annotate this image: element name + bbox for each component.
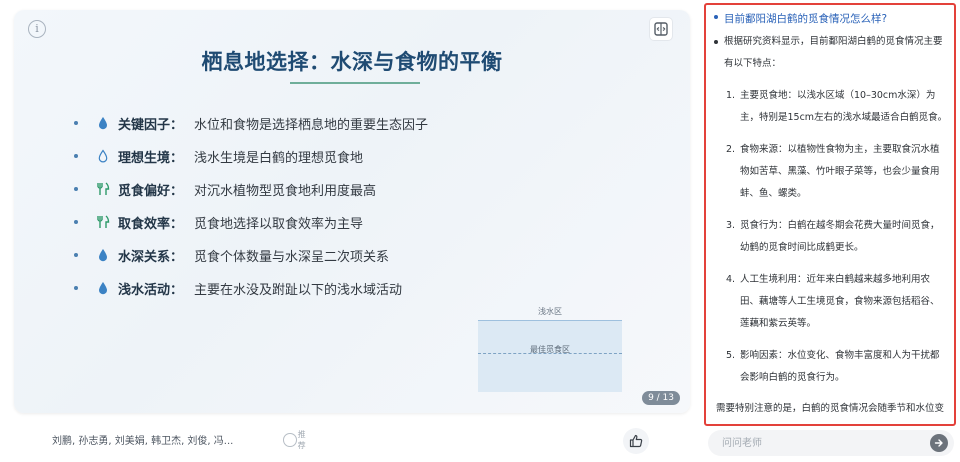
answer-intro-text: 根据研究资料显示，目前鄱阳湖白鹤的觅食情况主要有以下特点： [724, 36, 943, 69]
answer-item-number: 4. [726, 274, 736, 285]
info-icon[interactable]: i [28, 20, 46, 38]
water-drop-icon [96, 247, 110, 263]
arrow-right-icon [934, 439, 943, 447]
bullet-text: 浅水生境是白鹤的理想觅食地 [194, 151, 364, 166]
answer-item-number: 1. [726, 90, 736, 101]
send-button[interactable] [930, 434, 948, 452]
bullet-dot [74, 253, 78, 257]
ask-bar [708, 430, 954, 456]
chat-answer: 根据研究资料显示，目前鄱阳湖白鹤的觅食情况主要有以下特点： 1. 主要觅食地：以… [714, 31, 948, 424]
answer-item: 1. 主要觅食地：以浅水区域（10–30cm水深）为主，特别是15cm左右的浅水… [714, 85, 948, 129]
water-drop-icon [96, 115, 110, 131]
diagram-water-area [478, 320, 622, 392]
answer-note: 需要特别注意的是，白鹤的觅食情况会随季节和水位变化而有所调整。 [716, 403, 945, 414]
bullet-text: 觅食地选择以取食效率为主导 [194, 217, 364, 232]
answer-item: 4. 人工生境利用：近年来白鹤越来越多地利用农田、藕塘等人工生境觅食，食物来源包… [714, 269, 948, 335]
water-depth-diagram: 浅水区 最佳觅食区 [478, 306, 622, 392]
answer-item-text: 食物来源：以植物性食物为主，主要取食沉水植物如苦草、黑藻、竹叶眼子菜等，也会少量… [740, 144, 940, 199]
like-button[interactable] [623, 428, 649, 454]
water-drop-outline-icon [96, 148, 110, 164]
recommend-button[interactable]: 推荐 [283, 430, 313, 450]
answer-item-text: 觅食行为：白鹤在越冬期会花费大量时间觅食，幼鹤的觅食时间比成鹤更长。 [740, 220, 940, 253]
page-indicator: 9 / 13 [642, 391, 680, 405]
bullet-dot [74, 286, 78, 290]
bullet-item-feeding-preference: 觅食偏好： 对沉水植物型觅食地利用度最高 [74, 172, 494, 205]
bullet-item-shallow-activity: 浅水活动： 主要在水没及跗趾以下的浅水域活动 [74, 271, 494, 304]
bullet-item-key-factor: 关键因子： 水位和食物是选择栖息地的重要生态因子 [74, 106, 494, 139]
bullet-text: 觅食个体数量与水深呈二次项关系 [194, 250, 390, 265]
bullet-label: 关键因子： [118, 118, 184, 133]
answer-intro: 根据研究资料显示，目前鄱阳湖白鹤的觅食情况主要有以下特点： [714, 31, 948, 75]
bullet-dot [74, 121, 78, 125]
bullet-label: 理想生境： [118, 151, 184, 166]
bullet-item-ideal-habitat: 理想生境： 浅水生境是白鹤的理想觅食地 [74, 139, 494, 172]
answer-item-number: 2. [726, 144, 736, 155]
answer-item-number: 5. [726, 350, 736, 361]
chat-question[interactable]: 目前鄱阳湖白鹤的觅食情况怎么样? [714, 11, 887, 26]
thumbs-up-icon [629, 434, 643, 448]
bullet-label: 水深关系： [118, 250, 184, 265]
answer-item: 3. 觅食行为：白鹤在越冬期会花费大量时间觅食，幼鹤的觅食时间比成鹤更长。 [714, 215, 948, 259]
answer-item: 5. 影响因素：水位变化、食物丰富度和人为干扰都会影响白鹤的觅食行为。 [714, 345, 948, 389]
bullet-dot [74, 220, 78, 224]
bullet-list: 关键因子： 水位和食物是选择栖息地的重要生态因子 理想生境： 浅水生境是白鹤的理… [74, 106, 494, 304]
slide-viewer: i 栖息地选择：水深与食物的平衡 关键因子： 水位和食物是选择栖息地的重要生态因… [14, 10, 690, 413]
question-bullet [714, 15, 718, 19]
answer-item-text: 影响因素：水位变化、食物丰富度和人为干扰都会影响白鹤的觅食行为。 [740, 350, 940, 383]
bullet-text: 对沉水植物型觅食地利用度最高 [194, 184, 377, 199]
bullet-dot [74, 187, 78, 191]
bullet-text: 水位和食物是选择栖息地的重要生态因子 [194, 118, 429, 133]
chat-question-text: 目前鄱阳湖白鹤的觅食情况怎么样? [724, 13, 888, 25]
answer-item-text: 人工生境利用：近年来白鹤越来越多地利用农田、藕塘等人工生境觅食，食物来源包括稻谷… [740, 274, 940, 329]
diagram-top-label: 浅水区 [538, 307, 562, 316]
water-drop-icon [96, 280, 110, 296]
fork-knife-icon [96, 181, 110, 197]
title-underline [290, 82, 420, 84]
bullet-text: 主要在水没及跗趾以下的浅水域活动 [194, 283, 403, 298]
recommend-icon [283, 433, 297, 447]
slide-title: 栖息地选择：水深与食物的平衡 [201, 50, 503, 74]
bullet-dot [74, 154, 78, 158]
answer-item-text: 主要觅食地：以浅水区域（10–30cm水深）为主，特别是15cm左右的浅水域最适… [740, 90, 948, 123]
answer-bullet [714, 40, 718, 44]
bullet-label: 取食效率： [118, 217, 184, 232]
chat-answer-panel: 目前鄱阳湖白鹤的觅食情况怎么样? 根据研究资料显示，目前鄱阳湖白鹤的觅食情况主要… [704, 3, 956, 426]
ask-input[interactable] [722, 435, 912, 451]
bullet-label: 觅食偏好： [118, 184, 184, 199]
bullet-label: 浅水活动： [118, 283, 184, 298]
app-root: i 栖息地选择：水深与食物的平衡 关键因子： 水位和食物是选择栖息地的重要生态因… [0, 0, 960, 462]
answer-item-number: 3. [726, 220, 736, 231]
author-list[interactable]: 刘鹏, 孙志勇, 刘美娟, 韩卫杰, 刘俊, 冯... [52, 432, 233, 447]
recommend-label: 推荐 [297, 430, 306, 450]
expand-icon[interactable] [650, 18, 672, 40]
fork-knife-icon [96, 214, 110, 230]
bullet-item-water-depth: 水深关系： 觅食个体数量与水深呈二次项关系 [74, 238, 494, 271]
diagram-middle-label: 最佳觅食区 [530, 345, 570, 354]
answer-item: 2. 食物来源：以植物性食物为主，主要取食沉水植物如苦草、黑藻、竹叶眼子菜等，也… [714, 139, 948, 205]
bullet-item-feeding-efficiency: 取食效率： 觅食地选择以取食效率为主导 [74, 205, 494, 238]
